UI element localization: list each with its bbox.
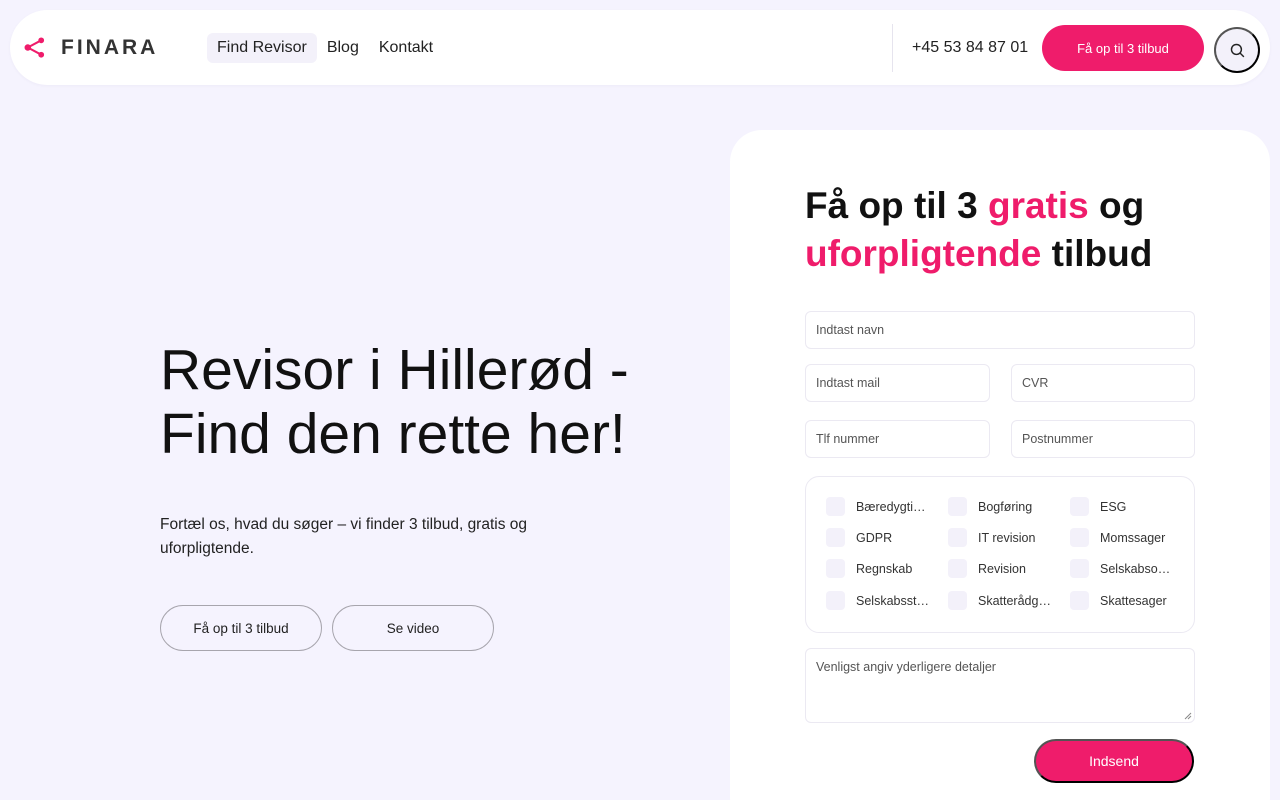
- logo[interactable]: FINARA: [23, 36, 158, 59]
- checkbox-square[interactable]: [948, 559, 967, 578]
- checkbox-revision[interactable]: Revision: [948, 559, 1052, 578]
- hero-title-line1: Revisor i Hillerød -: [160, 338, 629, 402]
- search-button[interactable]: [1214, 27, 1260, 73]
- checkbox-square[interactable]: [1070, 559, 1089, 578]
- checkbox-skattesager[interactable]: Skattesager: [1070, 591, 1174, 610]
- offer-form-card: Få op til 3 gratis og uforpligtende tilbu…: [730, 130, 1270, 800]
- checkbox-regnskab[interactable]: Regnskab: [826, 559, 930, 578]
- checkbox-square[interactable]: [948, 497, 967, 516]
- checkbox-gdpr[interactable]: GDPR: [826, 528, 930, 547]
- hero-title: Revisor i Hillerød - Find den rette her!: [160, 338, 680, 466]
- checkbox-label: GDPR: [856, 530, 893, 545]
- checkbox-it-revision[interactable]: IT revision: [948, 528, 1052, 547]
- checkbox-selskabsstiftelse[interactable]: Selskabsstiftelse: [826, 591, 930, 610]
- checkbox-selskabsomdannelse[interactable]: Selskabsomdannelse: [1070, 559, 1174, 578]
- checkbox-label: Revision: [978, 561, 1026, 576]
- checkbox-esg[interactable]: ESG: [1070, 497, 1174, 516]
- checkbox-label: IT revision: [978, 530, 1036, 545]
- checkbox-square[interactable]: [1070, 497, 1089, 516]
- resize-handle-icon[interactable]: [1184, 712, 1192, 720]
- hero-video-button[interactable]: Se video: [332, 605, 494, 651]
- checkbox-square[interactable]: [826, 497, 845, 516]
- nav-find-revisor[interactable]: Find Revisor: [207, 33, 317, 63]
- service-checkbox-group: Bæredygtighed Bogføring ESG GDPR IT revi…: [805, 476, 1195, 633]
- checkbox-label: ESG: [1100, 499, 1127, 514]
- checkbox-label: Momssager: [1100, 530, 1166, 545]
- phone-input[interactable]: Tlf nummer: [805, 420, 990, 458]
- postal-code-input[interactable]: Postnummer: [1011, 420, 1195, 458]
- site-header: FINARA Find Revisor Blog Kontakt +45 53 …: [10, 10, 1270, 85]
- checkbox-square[interactable]: [1070, 591, 1089, 610]
- form-title-highlight-uforpligtende: uforpligtende: [805, 233, 1042, 274]
- checkbox-label: Skatterådgivning: [978, 593, 1052, 608]
- form-title-part1: Få op til 3: [805, 185, 988, 226]
- checkbox-momssager[interactable]: Momssager: [1070, 528, 1174, 547]
- nav-kontakt[interactable]: Kontakt: [369, 33, 443, 63]
- checkbox-square[interactable]: [948, 591, 967, 610]
- details-placeholder: Venligst angiv yderligere detaljer: [816, 660, 996, 674]
- name-input[interactable]: Indtast navn: [805, 311, 1195, 349]
- header-cta-button[interactable]: Få op til 3 tilbud: [1042, 25, 1204, 71]
- checkbox-square[interactable]: [826, 559, 845, 578]
- checkbox-label: Selskabsomdannelse: [1100, 561, 1174, 576]
- checkbox-square[interactable]: [826, 591, 845, 610]
- checkbox-square[interactable]: [948, 528, 967, 547]
- checkbox-label: Bæredygtighed: [856, 499, 930, 514]
- header-divider: [892, 24, 893, 72]
- checkbox-skatteraadgivning[interactable]: Skatterådgivning: [948, 591, 1052, 610]
- share-logo-icon: [24, 37, 45, 58]
- hero-subtitle: Fortæl os, hvad du søger – vi finder 3 t…: [160, 516, 528, 557]
- form-title-part3: tilbud: [1041, 233, 1153, 274]
- checkbox-label: Bogføring: [978, 499, 1033, 514]
- email-input[interactable]: Indtast mail: [805, 364, 990, 402]
- search-icon: [1230, 43, 1244, 57]
- checkbox-label: Regnskab: [856, 561, 913, 576]
- nav-blog[interactable]: Blog: [317, 33, 369, 63]
- main-nav: Find Revisor Blog Kontakt: [207, 33, 443, 63]
- form-title-highlight-gratis: gratis: [987, 185, 1089, 226]
- checkbox-label: Skattesager: [1100, 593, 1167, 608]
- brand-name: FINARA: [61, 36, 159, 59]
- checkbox-label: Selskabsstiftelse: [856, 593, 930, 608]
- phone-link[interactable]: +45 53 84 87 01: [912, 38, 1028, 58]
- hero-offers-button[interactable]: Få op til 3 tilbud: [160, 605, 322, 651]
- hero-title-line2: Find den rette her!: [160, 402, 626, 466]
- cvr-input[interactable]: CVR: [1011, 364, 1195, 402]
- checkbox-baeredygtighed[interactable]: Bæredygtighed: [826, 497, 930, 516]
- form-title-part2: og: [1088, 185, 1145, 226]
- details-textarea[interactable]: Venligst angiv yderligere detaljer: [805, 648, 1195, 723]
- submit-button[interactable]: Indsend: [1034, 739, 1194, 783]
- checkbox-square[interactable]: [826, 528, 845, 547]
- checkbox-square[interactable]: [1070, 528, 1089, 547]
- checkbox-bogfoering[interactable]: Bogføring: [948, 497, 1052, 516]
- form-title: Få op til 3 gratis og uforpligtende tilbu…: [805, 182, 1205, 278]
